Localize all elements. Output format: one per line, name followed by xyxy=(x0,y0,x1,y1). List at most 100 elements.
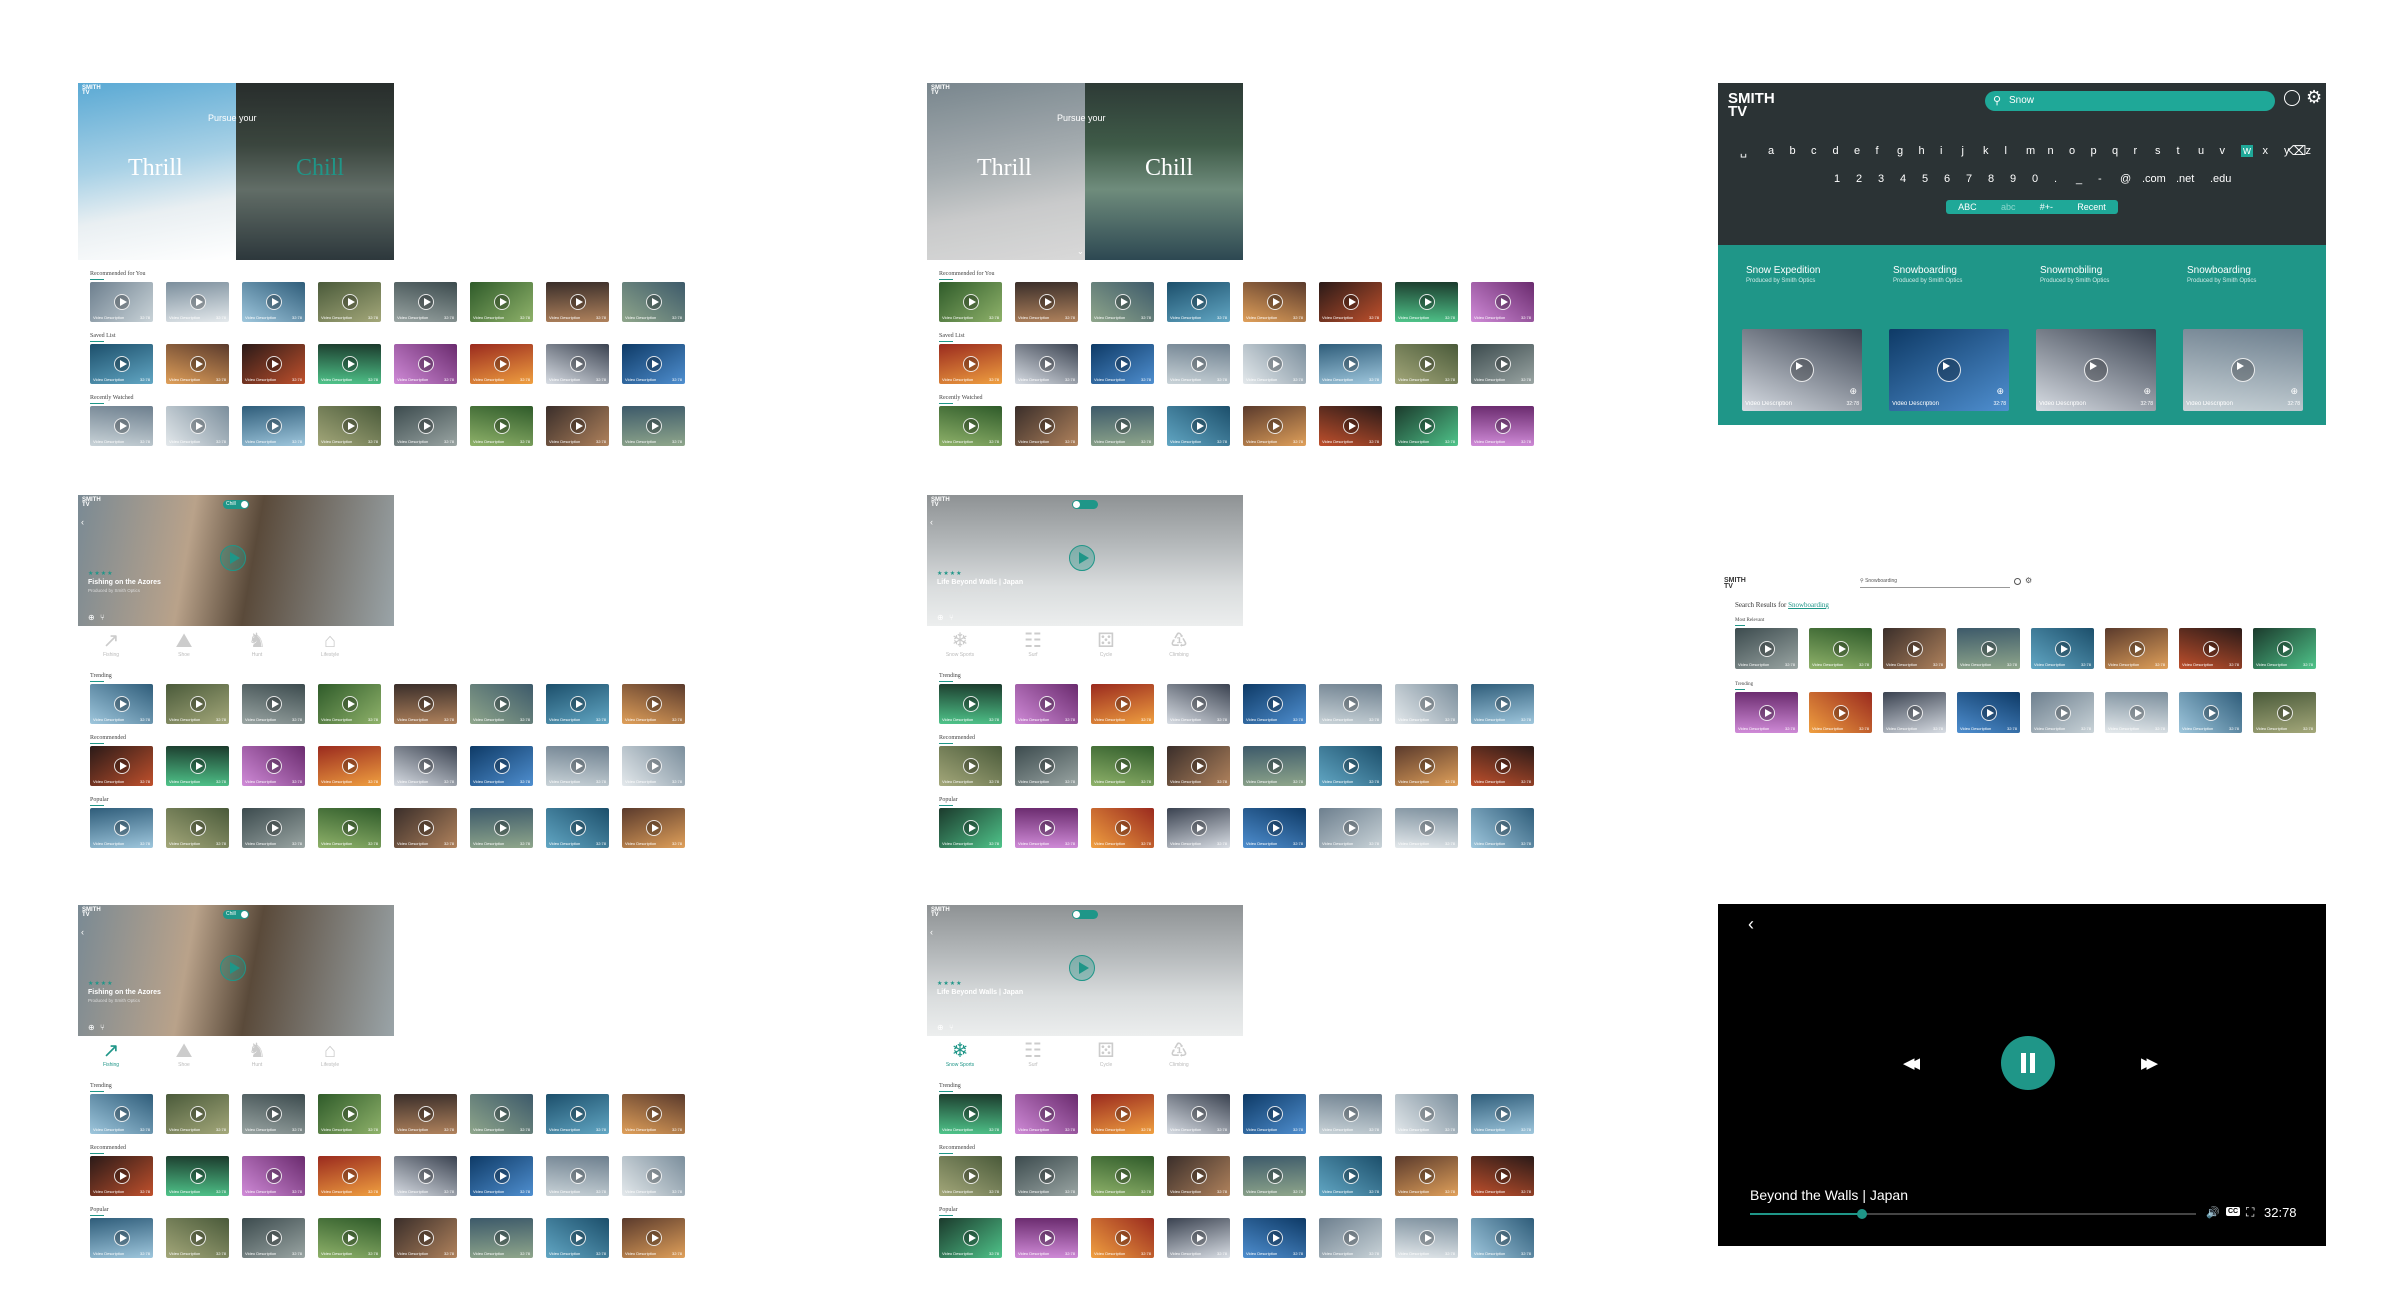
video-thumbnail[interactable]: Video Description 32:78 xyxy=(166,1094,229,1134)
smith-tv-logo[interactable]: SMITH TV xyxy=(931,85,950,96)
video-thumbnail[interactable]: Video Description 32:78 xyxy=(1167,344,1230,384)
video-thumbnail[interactable]: Video Description 32:78 xyxy=(1471,1156,1534,1196)
video-thumbnail[interactable]: Video Description 32:78 xyxy=(394,1094,457,1134)
video-thumbnail[interactable]: Video Description 32:78 xyxy=(318,746,381,786)
video-thumbnail[interactable]: Video Description 32:78 xyxy=(90,746,153,786)
video-thumbnail[interactable]: Video Description 32:78 xyxy=(1015,282,1078,322)
video-thumbnail[interactable]: Video Description 32:78 xyxy=(1091,282,1154,322)
video-thumbnail[interactable]: Video Description 32:78 xyxy=(242,1094,305,1134)
key-2[interactable]: 2 xyxy=(1856,173,1862,185)
video-thumbnail[interactable]: Video Description 32:78 xyxy=(1015,406,1078,446)
video-thumbnail[interactable]: Video Description 32:78 xyxy=(1319,1218,1382,1258)
add-icon[interactable]: ⊕ xyxy=(2290,386,2298,397)
key-9[interactable]: 9 xyxy=(2010,173,2016,185)
video-thumbnail[interactable]: Video Description 32:78 xyxy=(1735,628,1798,669)
video-thumbnail[interactable]: Video Description 32:78 xyxy=(394,746,457,786)
video-thumbnail[interactable]: Video Description 32:78 xyxy=(1883,628,1946,669)
search-icon[interactable]: ⌕ xyxy=(1597,86,1601,94)
key-t[interactable]: t xyxy=(2177,145,2180,157)
category-cycle[interactable]: ⚄ Cycle xyxy=(1091,1040,1121,1068)
video-thumbnail[interactable]: Video Description 32:78 xyxy=(939,1094,1002,1134)
rewind-icon[interactable]: ◀◀ xyxy=(1903,1054,1920,1072)
video-thumbnail[interactable]: Video Description 32:78 xyxy=(1243,406,1306,446)
video-thumbnail[interactable]: Video Description 32:78 xyxy=(1395,282,1458,322)
video-thumbnail[interactable]: Video Description 32:78 xyxy=(1395,1156,1458,1196)
category-snow-sports[interactable]: ❄ Snow Sports xyxy=(945,630,975,658)
mode-recent[interactable]: Recent xyxy=(2077,202,2106,212)
play-button[interactable] xyxy=(220,545,246,571)
video-thumbnail[interactable]: Video Description 32:78 xyxy=(1471,1094,1534,1134)
video-thumbnail[interactable]: Video Description 32:78 xyxy=(242,808,305,848)
account-icon[interactable]: ◎ xyxy=(757,908,763,916)
video-thumbnail[interactable]: Video Description 32:78 xyxy=(318,406,381,446)
video-thumbnail[interactable]: Video Description 32:78 xyxy=(1167,282,1230,322)
search-input[interactable]: ⚲ Snowboarding xyxy=(1860,578,2010,588)
account-icon[interactable] xyxy=(2284,90,2300,106)
add-icon[interactable]: ⊕ xyxy=(88,1023,95,1032)
video-thumbnail[interactable]: ⊕ Video Description 32:78 xyxy=(1742,329,1862,411)
video-thumbnail[interactable]: Video Description 32:78 xyxy=(470,344,533,384)
progress-knob[interactable] xyxy=(1856,1209,1867,1219)
video-thumbnail[interactable]: Video Description 32:78 xyxy=(1319,282,1382,322)
key-i[interactable]: i xyxy=(1940,145,1942,157)
video-thumbnail[interactable]: Video Description 32:78 xyxy=(1883,692,1946,733)
key-h[interactable]: h xyxy=(1919,145,1925,157)
video-thumbnail[interactable]: Video Description 32:78 xyxy=(394,684,457,724)
add-icon[interactable]: ⊕ xyxy=(2143,386,2151,397)
video-thumbnail[interactable]: Video Description 32:78 xyxy=(1809,628,1872,669)
category-shoe[interactable]: ⛰ Shoe xyxy=(169,1040,199,1068)
key-@[interactable]: @ xyxy=(2120,173,2131,185)
video-thumbnail[interactable]: Video Description 32:78 xyxy=(1243,344,1306,384)
progress-track[interactable] xyxy=(1750,1209,2196,1219)
video-thumbnail[interactable]: Video Description 32:78 xyxy=(166,1156,229,1196)
video-thumbnail[interactable]: Video Description 32:78 xyxy=(622,684,685,724)
video-thumbnail[interactable]: ⊕ Video Description 32:78 xyxy=(1889,329,2009,411)
video-thumbnail[interactable]: Video Description 32:78 xyxy=(318,684,381,724)
video-thumbnail[interactable]: Video Description 32:78 xyxy=(1015,1218,1078,1258)
video-thumbnail[interactable]: Video Description 32:78 xyxy=(1015,1156,1078,1196)
video-thumbnail[interactable]: Video Description 32:78 xyxy=(318,344,381,384)
key-0[interactable]: 0 xyxy=(2032,173,2038,185)
video-thumbnail[interactable]: Video Description 32:78 xyxy=(1395,746,1458,786)
video-thumbnail[interactable]: Video Description 32:78 xyxy=(394,282,457,322)
video-thumbnail[interactable]: Video Description 32:78 xyxy=(2179,628,2242,669)
gear-icon[interactable]: ⚙ xyxy=(2025,576,2032,585)
video-thumbnail[interactable]: Video Description 32:78 xyxy=(166,1218,229,1258)
gear-icon[interactable]: ⚙ xyxy=(768,498,774,506)
category-surf[interactable]: ☷ Surf xyxy=(1018,1040,1048,1068)
video-thumbnail[interactable]: Video Description 32:78 xyxy=(546,684,609,724)
category-snow-sports[interactable]: ❄ Snow Sports xyxy=(945,1040,975,1068)
video-thumbnail[interactable]: Video Description 32:78 xyxy=(318,1218,381,1258)
key-7[interactable]: 7 xyxy=(1966,173,1972,185)
video-thumbnail[interactable]: Video Description 32:78 xyxy=(939,746,1002,786)
video-thumbnail[interactable]: Video Description 32:78 xyxy=(166,406,229,446)
key-1[interactable]: 1 xyxy=(1834,173,1840,185)
video-thumbnail[interactable]: Video Description 32:78 xyxy=(622,1156,685,1196)
key-4[interactable]: 4 xyxy=(1900,173,1906,185)
video-thumbnail[interactable]: Video Description 32:78 xyxy=(1471,808,1534,848)
video-thumbnail[interactable]: Video Description 32:78 xyxy=(2031,692,2094,733)
hero-thrill-word[interactable]: Thrill xyxy=(128,155,183,182)
key-m[interactable]: m xyxy=(2026,145,2035,157)
toggle-knob[interactable] xyxy=(241,911,248,918)
video-thumbnail[interactable]: Video Description 32:78 xyxy=(318,1094,381,1134)
key-u[interactable]: u xyxy=(2198,145,2204,157)
video-thumbnail[interactable]: Video Description 32:78 xyxy=(546,1218,609,1258)
share-icon[interactable]: ⑂ xyxy=(100,613,105,622)
mode-symbols[interactable]: #+- xyxy=(2040,202,2053,212)
key-o[interactable]: o xyxy=(2069,145,2075,157)
back-icon[interactable]: ‹ xyxy=(930,927,933,937)
video-thumbnail[interactable]: Video Description 32:78 xyxy=(1167,1218,1230,1258)
category-climbing[interactable]: ♳ Climbing xyxy=(1164,630,1194,658)
video-thumbnail[interactable]: Video Description 32:78 xyxy=(1091,1156,1154,1196)
smith-tv-logo[interactable]: SMITH TV xyxy=(82,85,101,96)
chevron-down-icon[interactable]: ⌄ xyxy=(228,247,235,256)
key-5[interactable]: 5 xyxy=(1922,173,1928,185)
video-thumbnail[interactable]: Video Description 32:78 xyxy=(2253,628,2316,669)
suggestion-item[interactable]: Snowboarding Produced by Smith Optics xyxy=(2187,265,2256,284)
share-icon[interactable]: ⑂ xyxy=(100,1023,105,1032)
video-thumbnail[interactable]: Video Description 32:78 xyxy=(1471,344,1534,384)
video-thumbnail[interactable]: Video Description 32:78 xyxy=(1957,692,2020,733)
video-thumbnail[interactable]: Video Description 32:78 xyxy=(1319,808,1382,848)
video-thumbnail[interactable]: Video Description 32:78 xyxy=(622,344,685,384)
